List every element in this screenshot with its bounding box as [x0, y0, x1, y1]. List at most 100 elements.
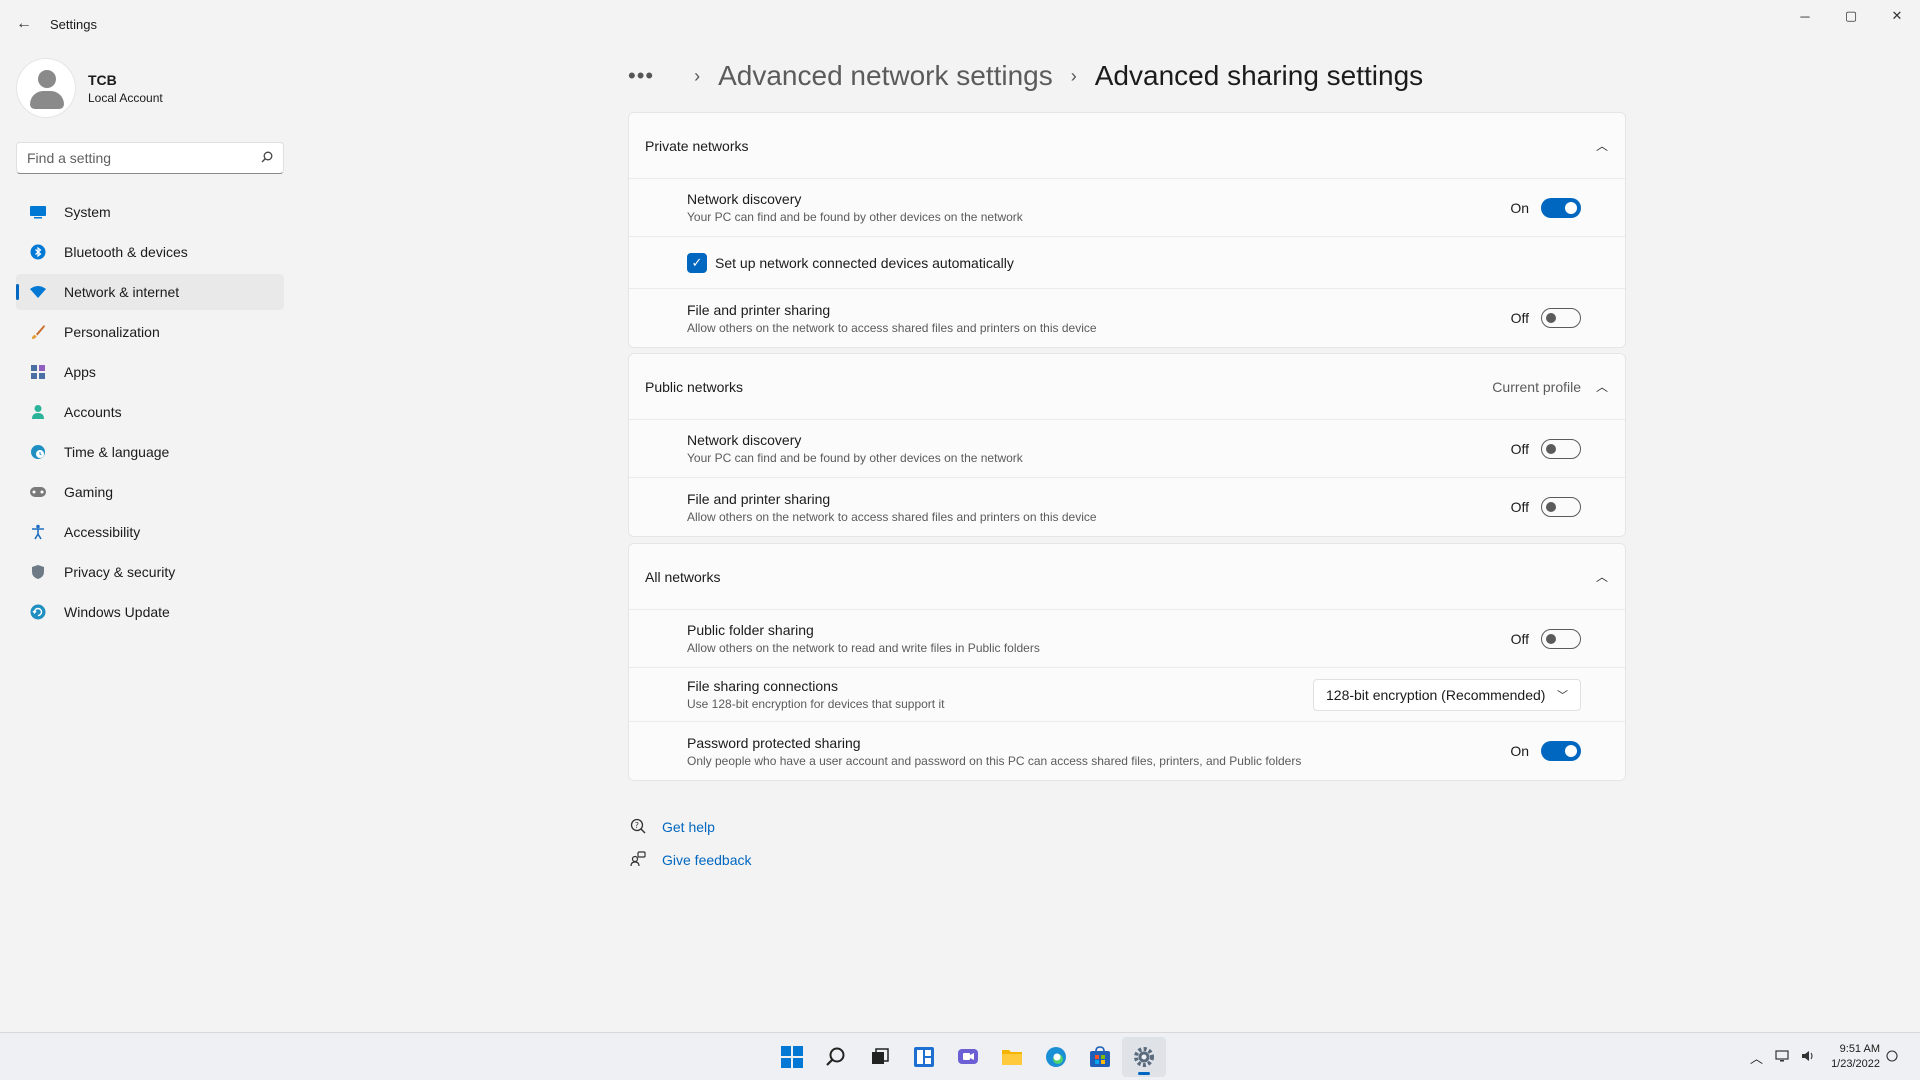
- avatar: [16, 58, 76, 118]
- show-hidden-icons-chevron-icon[interactable]: ︿: [1750, 1048, 1763, 1067]
- bluetooth-icon: [28, 242, 48, 262]
- public-file-printer-toggle[interactable]: [1541, 497, 1581, 517]
- sidebar-item-windows-update[interactable]: Windows Update: [16, 594, 284, 630]
- sidebar-item-label: Accounts: [64, 404, 122, 420]
- breadcrumb-separator-icon: ›: [1070, 65, 1077, 86]
- password-protected-sharing-toggle[interactable]: [1541, 741, 1581, 761]
- public-file-printer-row: File and printer sharing Allow others on…: [629, 478, 1625, 536]
- widgets-button[interactable]: [902, 1037, 946, 1077]
- private-network-discovery-toggle[interactable]: [1541, 197, 1581, 218]
- folder-icon: [1002, 1050, 1022, 1065]
- back-arrow-icon: ←: [16, 15, 32, 32]
- setting-title: Public folder sharing: [687, 622, 814, 638]
- sidebar-item-gaming[interactable]: Gaming: [16, 474, 284, 510]
- edge-icon: [1046, 1047, 1066, 1067]
- private-file-printer-toggle[interactable]: [1541, 308, 1581, 328]
- auto-setup-row: ✓ Set up network connected devices autom…: [629, 237, 1625, 289]
- breadcrumb-parent-link[interactable]: Advanced network settings: [718, 60, 1053, 92]
- public-networks-header[interactable]: Public networks Current profile ︿: [629, 354, 1625, 420]
- public-folder-sharing-toggle[interactable]: [1541, 628, 1581, 649]
- profile-account-type: Local Account: [88, 90, 163, 105]
- password-protected-sharing-row: Password protected sharing Only people w…: [629, 722, 1625, 780]
- app-title: Settings: [50, 16, 97, 32]
- microsoft-store-button[interactable]: [1078, 1037, 1122, 1077]
- network-monitor-icon[interactable]: [1775, 1049, 1789, 1065]
- taskbar-search-button[interactable]: [814, 1037, 858, 1077]
- clock-date: 1/23/2022: [1831, 1058, 1880, 1070]
- toggle-state-label: Off: [1510, 440, 1529, 457]
- encryption-dropdown[interactable]: 128-bit encryption (Recommended) ﹀: [1313, 678, 1581, 711]
- toggle-state-label: Off: [1510, 499, 1529, 515]
- private-networks-section: Private networks ︿ Network discovery You…: [628, 112, 1626, 348]
- sidebar-item-label: Privacy & security: [64, 564, 176, 580]
- setting-description: Your PC can find and be found by other d…: [687, 210, 1023, 224]
- setting-description: Only people who have a user account and …: [687, 753, 1302, 768]
- sidebar-item-bluetooth[interactable]: Bluetooth & devices: [16, 234, 284, 270]
- sidebar-item-label: Apps: [64, 364, 96, 380]
- auto-setup-checkbox[interactable]: ✓: [687, 252, 707, 273]
- person-icon: [28, 402, 48, 422]
- sidebar-item-label: Time & language: [64, 444, 170, 460]
- breadcrumb-separator-icon: ›: [694, 65, 701, 86]
- search-icon[interactable]: [261, 151, 273, 166]
- sidebar-item-label: Windows Update: [64, 604, 170, 620]
- give-feedback-link[interactable]: Give feedback: [628, 848, 752, 872]
- page-title: Advanced sharing settings: [1094, 60, 1424, 91]
- private-networks-header[interactable]: Private networks ︿: [629, 113, 1625, 179]
- setting-title: File and printer sharing: [687, 490, 831, 507]
- settings-app-button[interactable]: [1122, 1037, 1166, 1077]
- close-icon: ✕: [1891, 8, 1903, 23]
- close-button[interactable]: ✕: [1874, 0, 1920, 32]
- widgets-icon: [914, 1047, 934, 1067]
- section-title: Private networks: [645, 137, 749, 154]
- setting-title: Network discovery: [687, 432, 802, 448]
- profile-name: TCB: [88, 71, 117, 88]
- brush-icon: [28, 322, 48, 342]
- auto-setup-label[interactable]: Set up network connected devices automat…: [715, 255, 1014, 271]
- sidebar-item-system[interactable]: System: [16, 194, 284, 230]
- sidebar-item-label: Gaming: [64, 484, 114, 500]
- sidebar-item-personalization[interactable]: Personalization: [16, 314, 284, 350]
- gamepad-icon: [28, 482, 48, 502]
- breadcrumb: ••• › Advanced network settings › Advanc…: [628, 56, 1423, 96]
- chevron-down-icon: ﹀: [1557, 689, 1568, 702]
- toggle-state-label: On: [1510, 743, 1529, 759]
- update-icon: [28, 602, 48, 622]
- sidebar-item-network[interactable]: Network & internet: [16, 274, 284, 310]
- taskbar: ︿ 9:51 AM 1/23/2022: [0, 1032, 1920, 1080]
- globe-clock-icon: [28, 442, 48, 462]
- sidebar-item-time-language[interactable]: Time & language: [16, 434, 284, 470]
- breadcrumb-overflow-button[interactable]: •••: [628, 63, 654, 89]
- taskbar-apps: [770, 1033, 1166, 1080]
- sidebar-item-apps[interactable]: Apps: [16, 354, 284, 390]
- sidebar-item-label: Network & internet: [64, 284, 180, 300]
- monitor-icon: [28, 202, 48, 222]
- chevron-up-icon: ︿: [1595, 570, 1608, 584]
- sidebar-item-privacy-security[interactable]: Privacy & security: [16, 554, 284, 590]
- minimize-button[interactable]: ─: [1782, 0, 1828, 32]
- public-network-discovery-toggle[interactable]: [1541, 438, 1581, 459]
- back-button[interactable]: ←: [0, 0, 48, 48]
- maximize-button[interactable]: ▢: [1828, 0, 1874, 32]
- setting-title: Password protected sharing: [687, 734, 861, 751]
- volume-icon[interactable]: [1801, 1050, 1815, 1065]
- edge-browser-button[interactable]: [1034, 1037, 1078, 1077]
- get-help-link[interactable]: ? Get help: [628, 815, 752, 839]
- search-input[interactable]: [27, 150, 261, 166]
- task-view-button[interactable]: [858, 1037, 902, 1077]
- sidebar-item-label: Bluetooth & devices: [64, 244, 188, 260]
- sidebar-item-label: Accessibility: [64, 524, 141, 540]
- chat-button[interactable]: [946, 1037, 990, 1077]
- all-networks-section: All networks ︿ Public folder sharing All…: [628, 543, 1626, 781]
- file-explorer-button[interactable]: [990, 1037, 1034, 1077]
- private-file-printer-row: File and printer sharing Allow others on…: [629, 289, 1625, 347]
- start-button[interactable]: [770, 1037, 814, 1077]
- clock-time: 9:51 AM: [1839, 1043, 1880, 1055]
- sidebar-item-accessibility[interactable]: Accessibility: [16, 514, 284, 550]
- notification-icon[interactable]: [1886, 1049, 1898, 1065]
- sidebar-item-accounts[interactable]: Accounts: [16, 394, 284, 430]
- all-networks-header[interactable]: All networks ︿: [629, 544, 1625, 610]
- user-profile[interactable]: TCB Local Account: [16, 58, 163, 118]
- help-chat-icon: ?: [628, 818, 648, 837]
- clock[interactable]: 9:51 AM 1/23/2022: [1831, 1042, 1880, 1072]
